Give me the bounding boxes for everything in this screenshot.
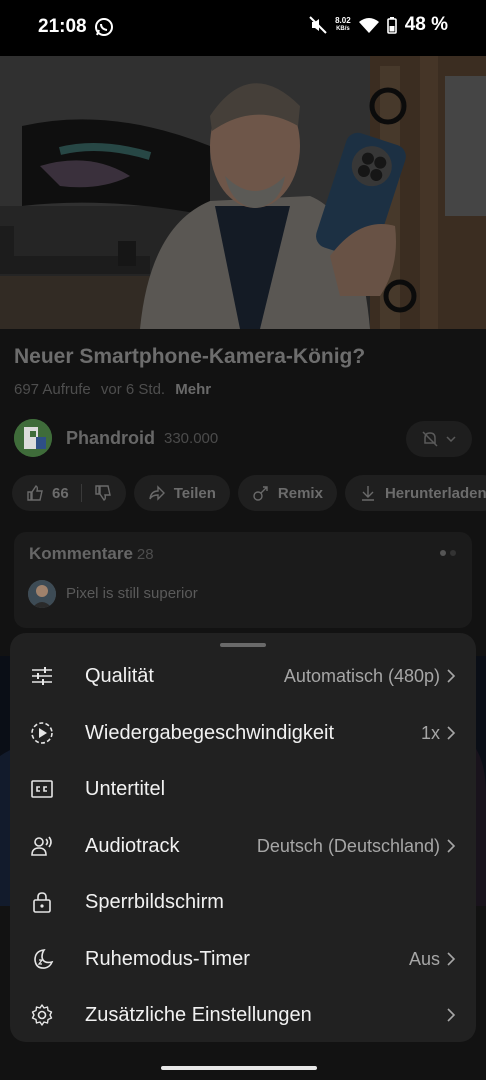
comments-title: Kommentare 28 <box>29 544 154 564</box>
settings-item-label: Wiedergabegeschwindigkeit <box>85 721 335 744</box>
settings-item-value: 1x <box>420 722 440 743</box>
channel-row: Phandroid 330.000 <box>14 419 472 459</box>
mute-icon <box>309 16 327 34</box>
chevron-right-icon <box>447 1008 456 1022</box>
remix-icon <box>253 486 268 501</box>
chevron-right-icon <box>447 952 456 966</box>
lock-icon <box>33 892 51 913</box>
thumbs-down-icon[interactable] <box>94 484 112 502</box>
upload-age: vor 6 Std. <box>100 381 166 398</box>
notification-bell-button[interactable] <box>406 421 472 457</box>
view-count: 697 Aufrufe <box>14 381 91 398</box>
settings-item-additional[interactable]: Zusätzliche Einstellungen <box>10 987 476 1043</box>
commenter-avatar <box>28 580 56 608</box>
share-icon <box>148 485 165 501</box>
settings-item-label: Zusätzliche Einstellungen <box>85 1003 312 1026</box>
thumbs-up-icon[interactable] <box>26 484 44 502</box>
remix-button[interactable]: Remix <box>237 475 337 511</box>
like-count[interactable]: 66 <box>52 485 69 502</box>
comments-panel[interactable]: Kommentare 28 Pixel is still superior <box>14 532 472 628</box>
channel-avatar[interactable] <box>14 419 52 457</box>
chevron-down-icon <box>446 436 456 442</box>
gesture-nav-bar[interactable] <box>161 1066 317 1070</box>
settings-item-audio-track[interactable]: Audiotrack Deutsch (Deutschland) <box>10 818 476 874</box>
settings-item-lock-screen[interactable]: Sperrbildschirm <box>10 874 476 930</box>
battery-icon <box>386 16 397 34</box>
share-label: Teilen <box>173 484 216 502</box>
settings-item-playback-speed[interactable]: Wiedergabegeschwindigkeit 1x <box>10 705 476 761</box>
remix-label: Remix <box>277 484 323 502</box>
video-player[interactable] <box>0 56 486 329</box>
chevron-right-icon <box>447 726 456 740</box>
bell-off-icon <box>422 431 438 447</box>
whatsapp-icon <box>95 18 113 36</box>
gear-icon <box>31 1004 53 1026</box>
settings-item-sleep-timer[interactable]: Ruhemodus-Timer Aus <box>10 931 476 987</box>
settings-item-value: Deutsch (Deutschland) <box>256 835 440 856</box>
status-bar: 21:08 8.02 KB/s 48 % <box>0 0 486 56</box>
comment-preview: Pixel is still superior <box>66 585 198 602</box>
more-link[interactable]: Mehr <box>175 381 211 398</box>
settings-item-quality[interactable]: Qualität Automatisch (480p) <box>10 648 476 704</box>
chevron-right-icon <box>447 839 456 853</box>
settings-item-label: Sperrbildschirm <box>85 890 224 913</box>
settings-item-label: Ruhemodus-Timer <box>85 947 250 970</box>
sliders-icon <box>32 667 52 685</box>
audio-track-icon <box>31 836 52 856</box>
channel-name[interactable]: Phandroid <box>66 428 155 449</box>
settings-item-value: Automatisch (480p) <box>283 665 440 686</box>
video-frame <box>0 56 486 329</box>
sleep-timer-icon <box>34 949 54 969</box>
battery-percent: 48 % <box>404 14 448 35</box>
subscriber-count: 330.000 <box>164 430 219 447</box>
video-meta: 697 Aufrufe vor 6 Std. Mehr <box>14 381 211 398</box>
settings-bottom-sheet: Qualität Automatisch (480p) Wiedergabege… <box>10 633 476 1042</box>
drag-handle[interactable] <box>220 643 266 647</box>
settings-item-label: Audiotrack <box>85 834 180 857</box>
video-title: Neuer Smartphone-Kamera-König? <box>14 345 366 368</box>
status-time: 21:08 <box>38 16 87 37</box>
settings-item-label: Untertitel <box>85 777 166 800</box>
settings-item-value: Aus <box>408 948 440 969</box>
like-dislike-chip: 66 <box>12 475 126 511</box>
playback-speed-icon <box>31 722 53 744</box>
comments-title-text: Kommentare <box>29 544 133 563</box>
chevron-right-icon <box>447 669 456 683</box>
share-button[interactable]: Teilen <box>133 475 230 511</box>
download-icon <box>361 486 374 501</box>
wifi-icon <box>358 18 379 33</box>
download-button[interactable]: Herunterladen <box>344 475 486 511</box>
action-bar: 66 Teilen Remix Herunterladen <box>12 475 486 513</box>
download-label: Herunterladen <box>384 484 486 502</box>
network-speed: 8.02 KB/s <box>335 16 351 32</box>
closed-captions-icon <box>31 780 53 798</box>
settings-item-subtitles[interactable]: Untertitel <box>10 761 476 817</box>
comments-count: 28 <box>136 546 154 563</box>
carousel-dots <box>440 550 456 556</box>
settings-item-label: Qualität <box>85 664 154 687</box>
